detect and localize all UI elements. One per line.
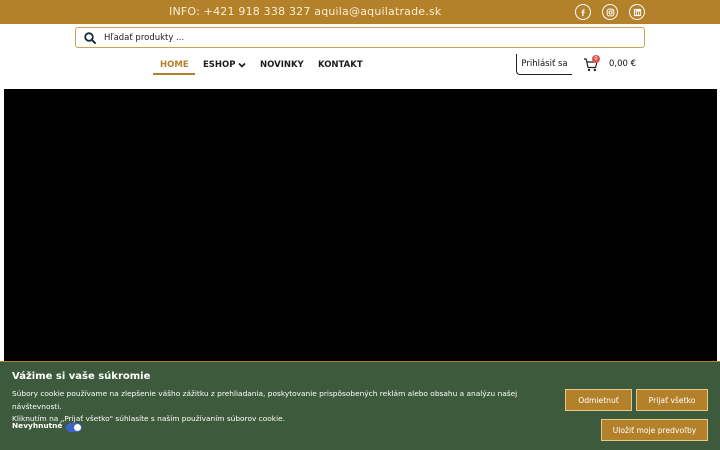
cookie-text: Súbory cookie používame na zlepšenie váš… xyxy=(12,388,552,426)
search-icon[interactable] xyxy=(83,31,97,45)
reject-button[interactable]: Odmietnuť xyxy=(565,389,632,411)
cart-count-badge: 0 xyxy=(592,55,600,63)
search-bar xyxy=(75,27,645,48)
nav-eshop[interactable]: ESHOP xyxy=(203,60,246,70)
necessary-toggle[interactable] xyxy=(66,423,82,432)
top-info-bar: INFO: +421 918 338 327 aquila@aquilatrad… xyxy=(0,0,720,24)
linkedin-icon[interactable] xyxy=(629,4,645,20)
save-preferences-button[interactable]: Uložiť moje predvoľby xyxy=(601,419,708,441)
cart-total[interactable]: 0,00 € xyxy=(609,59,636,69)
login-button[interactable]: Prihlásiť sa xyxy=(516,54,572,75)
contact-info: INFO: +421 918 338 327 aquila@aquilatrad… xyxy=(169,5,442,18)
nav-kontakt[interactable]: KONTAKT xyxy=(318,60,363,70)
cookie-text-line2: Kliknutím na „Prijať všetko" súhlasíte s… xyxy=(12,414,286,423)
nav-eshop-label: ESHOP xyxy=(203,60,236,70)
nav-home[interactable]: HOME xyxy=(160,60,189,70)
active-nav-indicator xyxy=(153,73,195,75)
search-input[interactable] xyxy=(104,29,634,46)
chevron-down-icon xyxy=(237,62,246,68)
nav-novinky[interactable]: NOVINKY xyxy=(260,60,304,70)
necessary-label: Nevyhnutné xyxy=(12,421,63,430)
cookie-title: Vážime si vaše súkromie xyxy=(12,371,151,382)
instagram-icon[interactable] xyxy=(602,4,618,20)
cookie-text-line1: Súbory cookie používame na zlepšenie váš… xyxy=(12,389,518,411)
facebook-icon[interactable] xyxy=(575,4,591,20)
cookie-banner: Vážime si vaše súkromie Súbory cookie po… xyxy=(0,361,720,450)
accept-all-button[interactable]: Prijať všetko xyxy=(636,389,708,411)
